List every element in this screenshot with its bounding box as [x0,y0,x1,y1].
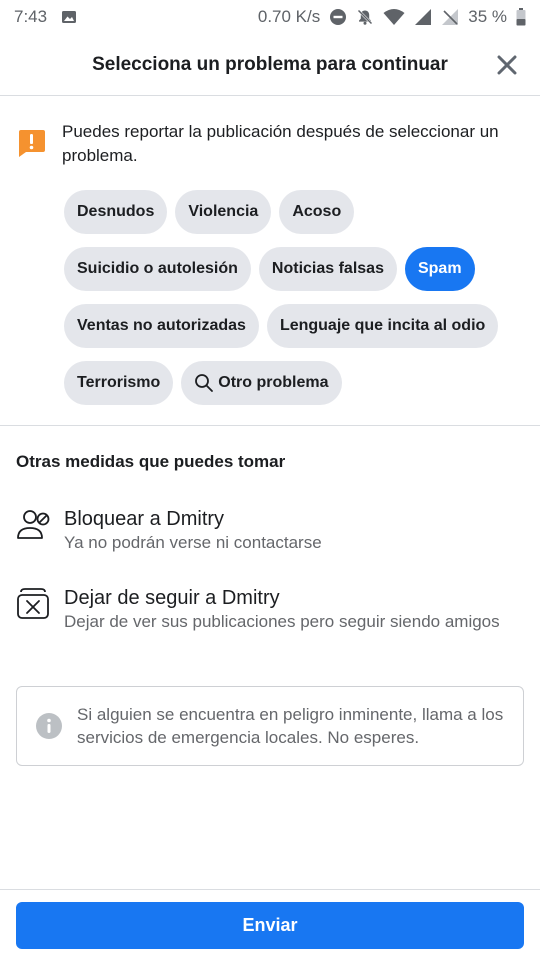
info-icon [36,713,62,739]
chip-terrorismo[interactable]: Terrorismo [64,361,174,405]
chip-spam-selected[interactable]: Spam [404,247,475,291]
chip-violencia[interactable]: Violencia [175,190,272,234]
chip-lenguaje-odio[interactable]: Lenguaje que incita al odio [266,304,499,348]
dnd-icon [329,8,347,26]
unfollow-icon [17,588,49,619]
chip-noticias-falsas[interactable]: Noticias falsas [258,247,397,291]
close-button[interactable] [492,50,522,80]
signal-icon [414,8,432,26]
chip-suicidio[interactable]: Suicidio o autolesión [64,247,251,291]
submit-button[interactable]: Enviar [16,902,524,949]
status-bar: 7:43 0.70 K/s 35 % [0,0,540,34]
mute-icon [356,8,374,26]
unfollow-title: Dejar de seguir a Dmitry [64,587,280,609]
battery-icon [516,8,526,26]
chip-ventas-no-autorizadas[interactable]: Ventas no autorizadas [64,304,259,348]
report-notice: Puedes reportar la publicación después d… [16,120,524,168]
block-user-title: Bloquear a Dmitry [64,508,225,530]
close-icon [497,55,517,75]
emergency-info-text: Si alguien se encuentra en peligro inmin… [77,705,504,747]
warning-icon [19,130,45,157]
wifi-icon [383,8,405,26]
chip-row: Ventas no autorizadas Lenguaje que incit… [64,304,524,348]
unfollow-subtitle: Dejar de ver sus publicaciones pero segu… [64,612,500,631]
chip-otro-problema[interactable]: Otro problema [181,361,342,405]
chip-row: Terrorismo Otro problema [64,361,524,405]
chip-otro-problema-label: Otro problema [218,374,329,391]
search-icon [194,373,214,393]
battery-percent: 35 % [468,7,507,26]
page-title: Selecciona un problema para continuar [92,53,448,75]
status-time: 7:43 [14,7,48,26]
unfollow-action[interactable]: Dejar de seguir a Dmitry Dejar de ver su… [16,586,524,633]
section-title: Otras medidas que puedes tomar [16,452,286,471]
image-icon [61,9,77,25]
network-speed: 0.70 K/s [257,7,321,26]
chip-desnudos[interactable]: Desnudos [64,190,168,234]
no-signal-icon [441,8,459,26]
notice-text: Puedes reportar la publicación después d… [62,122,499,165]
chip-row: Desnudos Violencia Acoso [64,190,524,234]
section-divider [0,425,540,426]
chip-acoso[interactable]: Acoso [279,190,355,234]
problem-chips: Desnudos Violencia Acoso Suicidio o auto… [64,190,524,418]
chip-row: Suicidio o autolesión Noticias falsas Sp… [64,247,524,291]
dialog-header: Selecciona un problema para continuar [0,34,540,96]
block-user-subtitle: Ya no podrán verse ni contactarse [64,533,322,552]
emergency-info-box: Si alguien se encuentra en peligro inmin… [16,686,524,766]
footer: Enviar [0,889,540,960]
block-user-icon [17,510,50,539]
block-user-action[interactable]: Bloquear a Dmitry Ya no podrán verse ni … [16,507,524,554]
